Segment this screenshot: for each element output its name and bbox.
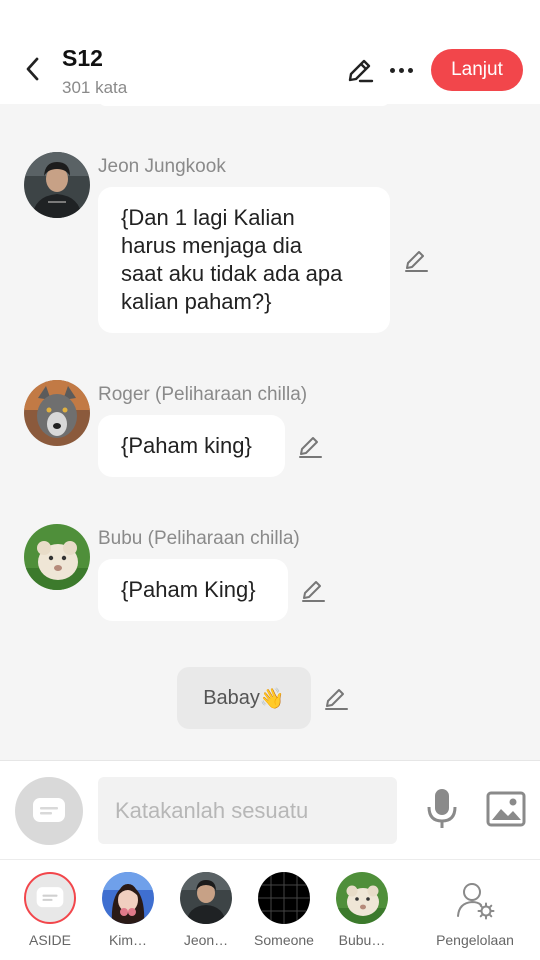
lion-cub-avatar-image bbox=[336, 872, 388, 924]
chat-area[interactable]: Jeon Jungkook {Dan 1 lagi Kalian harus m… bbox=[0, 104, 540, 760]
character-aside[interactable]: ASIDE bbox=[12, 870, 88, 960]
chat-bubble-icon bbox=[36, 887, 64, 908]
character-jeon[interactable]: Jeon… bbox=[168, 870, 244, 960]
aside-toggle-button[interactable] bbox=[15, 777, 83, 845]
more-dot bbox=[389, 67, 395, 73]
edit-message-icon[interactable] bbox=[300, 577, 326, 603]
character-label: Someone bbox=[254, 932, 314, 948]
message-line: harus menjaga dia bbox=[121, 233, 303, 258]
avatar-bubu[interactable] bbox=[24, 524, 90, 590]
manage-characters-button[interactable]: Pengelolaan bbox=[430, 870, 520, 960]
waving-hand-emoji: 👋 bbox=[259, 687, 285, 710]
wolf-avatar-image bbox=[24, 380, 90, 446]
lion-cub-avatar-image bbox=[24, 524, 90, 590]
edit-message-icon[interactable] bbox=[297, 433, 323, 459]
chat-bubble-icon bbox=[33, 798, 65, 822]
more-dot bbox=[398, 67, 404, 73]
character-someone[interactable]: Someone bbox=[246, 870, 322, 960]
message-line: {Dan 1 lagi Kalian bbox=[121, 205, 295, 230]
character-bar: ASIDE Kim… Jeon… Someone Bubu… Pengelola… bbox=[0, 859, 540, 960]
edit-title-button[interactable] bbox=[346, 56, 374, 84]
grid-avatar-image bbox=[258, 872, 310, 924]
character-label: Kim… bbox=[108, 932, 148, 948]
next-button[interactable]: Lanjut bbox=[431, 49, 523, 91]
user-settings-icon bbox=[457, 883, 495, 920]
character-label: Bubu… bbox=[338, 932, 386, 948]
person-avatar-image bbox=[24, 152, 90, 218]
word-count: 301 kata bbox=[62, 78, 128, 97]
image-upload-button[interactable] bbox=[486, 791, 526, 827]
message-bubble[interactable]: {Paham King} bbox=[98, 559, 288, 621]
previous-message-bubble bbox=[98, 104, 390, 106]
aside-avatar bbox=[24, 872, 76, 924]
narration-text: Babay bbox=[203, 686, 260, 709]
avatar bbox=[180, 872, 232, 924]
sender-name: Roger (Peliharaan chilla) bbox=[98, 384, 308, 405]
sender-name: Jeon Jungkook bbox=[98, 156, 226, 177]
character-bubu[interactable]: Bubu… bbox=[324, 870, 400, 960]
message-bubble[interactable]: {Paham king} bbox=[98, 415, 285, 477]
avatar-roger[interactable] bbox=[24, 380, 90, 446]
composer-bar bbox=[0, 760, 540, 859]
character-label: Jeon… bbox=[183, 932, 229, 948]
person-avatar-image bbox=[102, 872, 154, 924]
microphone-icon bbox=[427, 789, 457, 828]
avatar bbox=[336, 872, 388, 924]
image-icon bbox=[486, 791, 526, 827]
pencil-icon bbox=[348, 59, 374, 83]
edit-narration-icon[interactable] bbox=[323, 685, 349, 711]
character-kim[interactable]: Kim… bbox=[90, 870, 166, 960]
top-bar: S12 301 kata Lanjut bbox=[0, 0, 540, 104]
message-input[interactable] bbox=[98, 777, 397, 844]
more-options-button[interactable] bbox=[388, 56, 414, 84]
avatar bbox=[102, 872, 154, 924]
message-line: kalian paham?} bbox=[121, 289, 272, 314]
narration-bubble[interactable]: Babay 👋 bbox=[177, 667, 311, 729]
voice-input-button[interactable] bbox=[424, 787, 460, 831]
person-avatar-image bbox=[180, 872, 232, 924]
chevron-left-icon bbox=[26, 57, 39, 81]
avatar-jungkook[interactable] bbox=[24, 152, 90, 218]
more-dot bbox=[407, 67, 413, 73]
avatar bbox=[258, 872, 310, 924]
sender-name: Bubu (Peliharaan chilla) bbox=[98, 528, 300, 549]
manage-label: Pengelolaan bbox=[436, 932, 514, 948]
character-label: ASIDE bbox=[28, 932, 71, 948]
edit-message-icon[interactable] bbox=[403, 247, 429, 273]
story-title: S12 bbox=[62, 45, 103, 71]
message-line: saat aku tidak ada apa bbox=[121, 261, 343, 286]
back-button[interactable] bbox=[18, 54, 46, 84]
message-bubble[interactable]: {Dan 1 lagi Kalian harus menjaga dia saa… bbox=[98, 187, 390, 333]
